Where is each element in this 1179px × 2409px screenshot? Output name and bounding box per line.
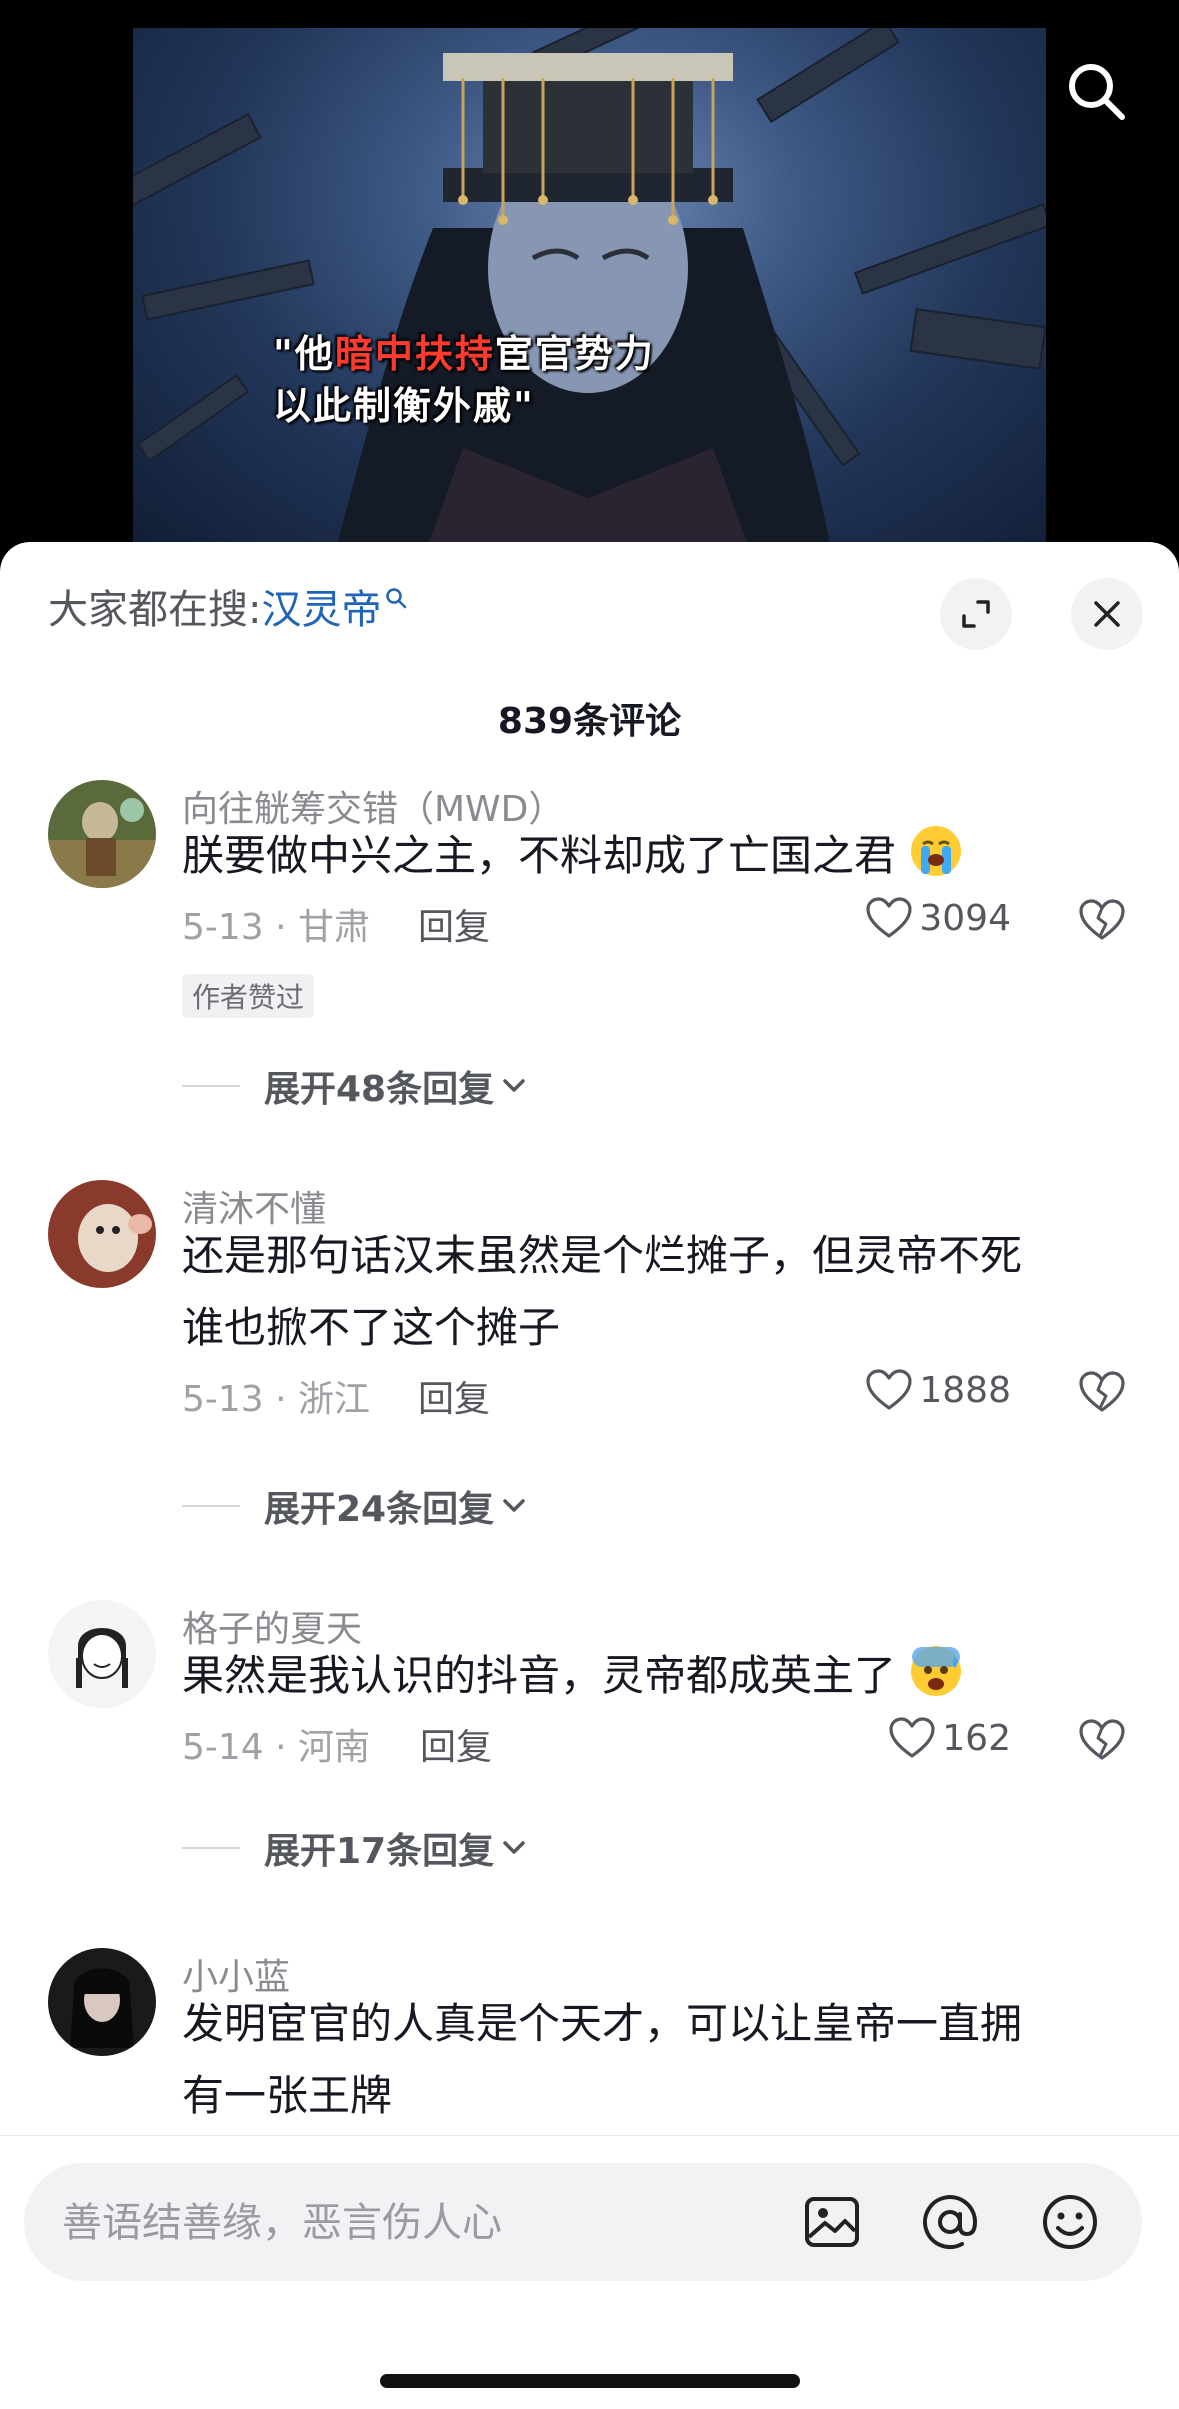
hot-search-prefix: 大家都在搜: [48, 587, 262, 633]
loudly-crying-face-emoji-icon [911, 826, 962, 876]
comment-date-location: 5-13 · 浙江 [182, 1379, 371, 1420]
comment-text: 还是那句话汉末虽然是个烂摊子，但灵帝不死 谁也掀不了这个摊子 [182, 1220, 1112, 1364]
home-indicator [380, 2374, 800, 2388]
avatar-image [48, 780, 156, 888]
image-button[interactable] [800, 2190, 864, 2254]
dislike-button[interactable] [1078, 1718, 1126, 1766]
expand-divider [182, 1847, 240, 1849]
expand-replies-label: 展开17条回复 [264, 1831, 495, 1872]
comment-item: 格子的夏天 果然是我认识的抖音，灵帝都成英主了 5-14 · 河南 回复 162 [0, 1600, 1179, 1960]
video-frame[interactable]: "他暗中扶持宦官势力 以此制衡外戚" [133, 28, 1046, 560]
expand-icon [962, 600, 990, 628]
comment-date-location: 5-13 · 甘肃 [182, 907, 371, 948]
avatar[interactable] [48, 780, 156, 888]
like-count: 1888 [919, 1369, 1011, 1411]
like-count: 3094 [919, 897, 1011, 939]
comment-text-line-1: 发明宦官的人真是个天才，可以让皇帝一直拥 [182, 1999, 1023, 2048]
avatar[interactable] [48, 1180, 156, 1288]
close-sheet-button[interactable] [1071, 578, 1143, 650]
expand-replies-label: 展开48条回复 [264, 1069, 495, 1110]
video-area[interactable]: "他暗中扶持宦官势力 以此制衡外戚" [0, 0, 1179, 560]
hot-search-term[interactable]: 汉灵帝 [261, 584, 381, 636]
image-icon [805, 2197, 859, 2247]
broken-heart-icon [1079, 1719, 1125, 1760]
expand-replies-button[interactable]: 展开48条回复 [182, 1060, 530, 1112]
comment-text-line-1: 还是那句话汉末虽然是个烂摊子，但灵帝不死 [182, 1231, 1023, 1280]
comment-text: 发明宦官的人真是个天才，可以让皇帝一直拥 有一张王牌 [182, 1988, 1112, 2132]
heart-icon [889, 1717, 935, 1758]
comment-text-content: 果然是我认识的抖音，灵帝都成英主了 [182, 1651, 897, 1700]
sheet-header: 大家都在搜: 汉灵帝 [0, 542, 1179, 682]
search-button[interactable] [1060, 55, 1132, 127]
anxious-face-with-sweat-emoji-icon [911, 1646, 962, 1696]
caption-line-2: 以此制衡外戚" [273, 383, 535, 428]
comment-count: 839条评论 [497, 701, 682, 742]
like-button[interactable]: 3094 [865, 896, 1011, 940]
avatar-image [48, 1180, 156, 1288]
emoji-button[interactable] [1038, 2190, 1102, 2254]
comment-item: 清沐不懂 还是那句话汉末虽然是个烂摊子，但灵帝不死 谁也掀不了这个摊子 5-13… [0, 1180, 1179, 1600]
comment-input[interactable] [60, 2187, 764, 2259]
like-button[interactable]: 162 [888, 1716, 1011, 1760]
comment-text-line-2: 有一张王牌 [182, 2071, 393, 2120]
like-button[interactable]: 1888 [865, 1368, 1011, 1412]
hot-search[interactable]: 大家都在搜: 汉灵帝 [48, 584, 407, 636]
chevron-down-icon [503, 1079, 525, 1092]
smiley-face-icon [1043, 2195, 1097, 2249]
search-icon [1069, 64, 1125, 120]
dislike-button[interactable] [1078, 898, 1126, 946]
caption-highlight: 暗中扶持 [334, 331, 495, 376]
heart-icon [866, 897, 912, 938]
comment-input-container[interactable] [24, 2163, 1142, 2281]
close-icon [1094, 601, 1120, 627]
avatar[interactable] [48, 1948, 156, 2056]
comment-text-content: 朕要做中兴之主，不料却成了亡国之君 [182, 831, 897, 880]
chevron-down-icon [503, 1841, 525, 1854]
expand-replies-button[interactable]: 展开17条回复 [182, 1822, 530, 1874]
comment-text-line-2: 谁也掀不了这个摊子 [182, 1303, 561, 1352]
caption-quote-open: "他 [273, 331, 335, 376]
reply-button[interactable]: 回复 [418, 898, 490, 950]
comment-item: 小小蓝 发明宦官的人真是个天才，可以让皇帝一直拥 有一张王牌 [0, 1948, 1179, 2138]
expand-divider [182, 1085, 240, 1087]
at-sign-icon [923, 2195, 978, 2250]
avatar[interactable] [48, 1600, 156, 1708]
broken-heart-icon [1079, 899, 1125, 940]
expand-replies-label: 展开24条回复 [264, 1489, 495, 1530]
reply-button[interactable]: 回复 [420, 1718, 492, 1770]
small-search-icon [386, 588, 407, 609]
avatar-image [48, 1600, 156, 1708]
avatar-image [48, 1948, 156, 2056]
comment-date-location: 5-14 · 河南 [182, 1727, 371, 1768]
mention-button[interactable] [918, 2190, 982, 2254]
author-liked-badge: 作者赞过 [182, 974, 315, 1018]
expand-replies-button[interactable]: 展开24条回复 [182, 1480, 530, 1532]
expand-sheet-button[interactable] [940, 578, 1012, 650]
comments-sheet: 大家都在搜: 汉灵帝 839条评论 向往觥筹交错（MWD） 朕要做中兴之主，不料… [0, 542, 1179, 2408]
dislike-button[interactable] [1078, 1370, 1126, 1418]
broken-heart-icon [1079, 1371, 1125, 1412]
like-count: 162 [942, 1717, 1011, 1759]
chevron-down-icon [503, 1499, 525, 1512]
caption-rest: 宦官势力 [494, 331, 655, 376]
expand-divider [182, 1505, 240, 1507]
reply-button[interactable]: 回复 [418, 1370, 490, 1422]
comment-text: 果然是我认识的抖音，灵帝都成英主了 [182, 1640, 1112, 1712]
heart-icon [866, 1369, 912, 1410]
video-caption: "他暗中扶持宦官势力 以此制衡外戚" [273, 328, 773, 432]
video-illustration [133, 28, 1046, 560]
comment-text: 朕要做中兴之主，不料却成了亡国之君 [182, 820, 1112, 892]
comment-item: 向往觥筹交错（MWD） 朕要做中兴之主，不料却成了亡国之君 5-13 · 甘肃 … [0, 780, 1179, 1200]
comment-input-bar [0, 2135, 1179, 2409]
